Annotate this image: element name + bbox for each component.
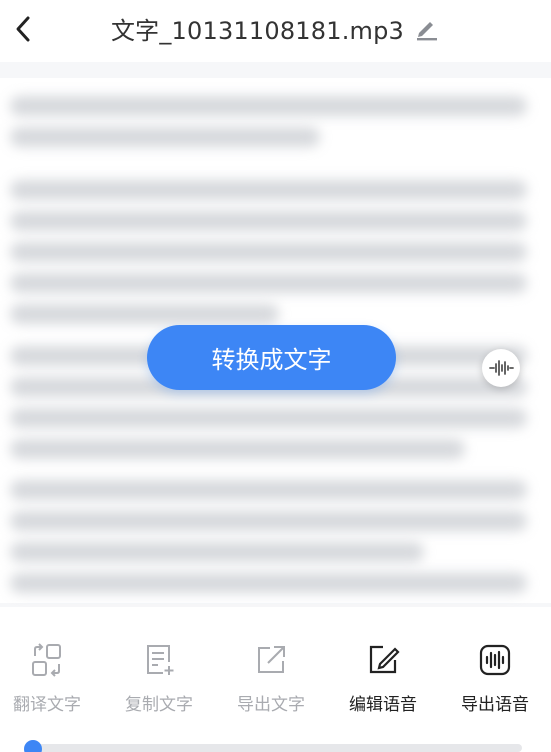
- copy-text-button[interactable]: 复制文字: [109, 622, 209, 718]
- toolbar-label: 复制文字: [125, 695, 193, 715]
- convert-to-text-button[interactable]: 转换成文字: [147, 325, 396, 390]
- page-title: 文字_10131108181.mp3: [110, 16, 405, 45]
- toolbar-label: 编辑语音: [349, 695, 417, 715]
- copy-text-icon: [141, 642, 177, 678]
- rename-button[interactable]: [414, 15, 440, 41]
- playback-progress-handle[interactable]: [24, 740, 42, 752]
- text-paragraph: [10, 180, 527, 335]
- export-audio-icon: [477, 642, 513, 678]
- export-audio-button[interactable]: 导出语音: [445, 622, 545, 718]
- toolbar-label: 导出语音: [461, 695, 529, 715]
- edit-audio-icon: [365, 642, 401, 678]
- title-area: 文字_10131108181.mp3: [0, 10, 551, 46]
- bottom-toolbar: 翻译文字 复制文字 导出文字 编辑语音 导出语音: [0, 622, 551, 718]
- translate-text-button[interactable]: 翻译文字: [0, 622, 97, 718]
- voice-waveform-button[interactable]: [482, 349, 520, 387]
- export-text-icon: [253, 642, 289, 678]
- toolbar-label: 导出文字: [237, 695, 305, 715]
- toolbar-label: 翻译文字: [13, 695, 81, 715]
- export-text-button[interactable]: 导出文字: [221, 622, 321, 718]
- waveform-icon: [489, 360, 514, 376]
- text-paragraph: [10, 96, 527, 158]
- playback-progress-track[interactable]: [24, 744, 522, 752]
- edit-audio-button[interactable]: 编辑语音: [333, 622, 433, 718]
- top-bar: 文字_10131108181.mp3: [0, 0, 551, 62]
- translate-icon: [29, 642, 65, 678]
- text-paragraph: [10, 480, 527, 604]
- pencil-icon: [417, 22, 438, 41]
